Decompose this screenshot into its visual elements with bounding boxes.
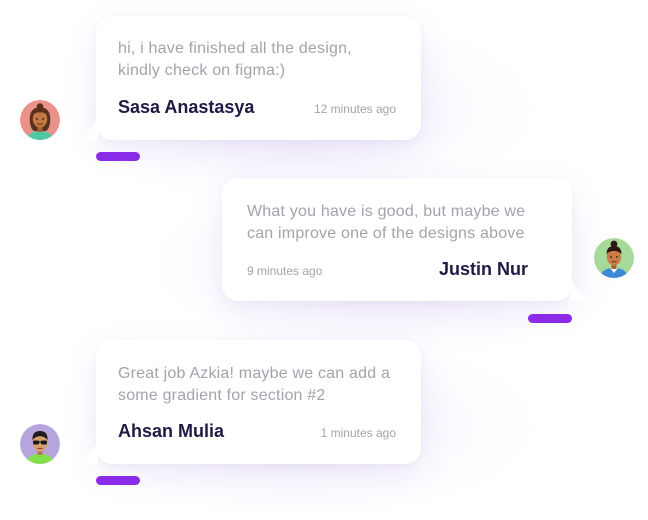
message-accent-bar: [528, 314, 572, 323]
message-text: Great job Azkia! maybe we can add a some…: [118, 365, 391, 404]
sender-name: Justin Nur: [438, 259, 528, 279]
chat-message-1: hi, i have finished all the design, kind…: [82, 16, 421, 140]
bubble-tail: [570, 279, 586, 301]
message-timestamp: 1 minutes ago: [320, 426, 396, 440]
chat-message-2: What you have is good, but maybe we can …: [222, 178, 586, 301]
message-accent-bar: [96, 476, 140, 485]
chat-message-3: Great job Azkia! maybe we can add a some…: [82, 340, 421, 464]
man-avatar-icon[interactable]: [594, 238, 634, 278]
man-with-sunglasses-avatar-icon[interactable]: [20, 424, 60, 464]
message-timestamp: 12 minutes ago: [313, 102, 396, 116]
bubble-tail: [82, 118, 98, 140]
sender-name: Ahsan Mulia: [118, 421, 225, 441]
bubble-tail: [82, 442, 98, 464]
message-timestamp: 9 minutes ago: [247, 264, 323, 278]
message-text: hi, i have finished all the design, kind…: [118, 40, 352, 79]
sender-name: Sasa Anastasya: [118, 97, 255, 117]
message-accent-bar: [96, 152, 140, 161]
woman-avatar-icon[interactable]: [20, 100, 60, 140]
message-text: What you have is good, but maybe we can …: [247, 203, 526, 242]
